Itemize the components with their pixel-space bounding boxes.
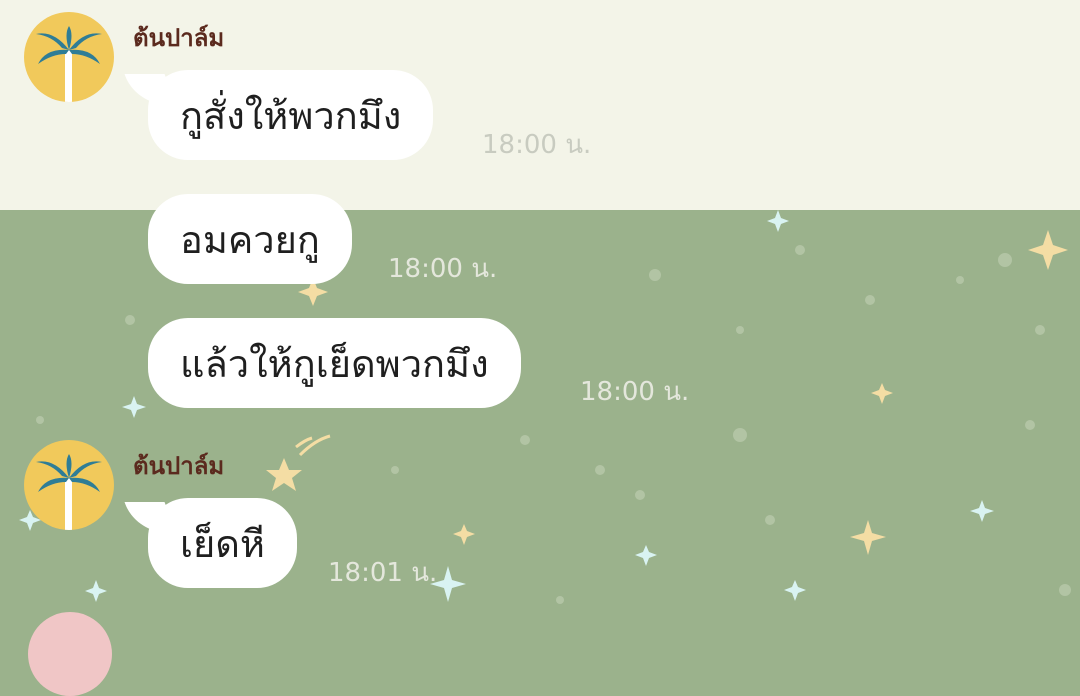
- palm-tree-icon: [36, 26, 102, 102]
- message-text: อมควยกู: [180, 217, 320, 262]
- message-bubble[interactable]: กูสั่งให้พวกมึง: [148, 70, 434, 160]
- star-icon: [767, 210, 789, 232]
- message-text: กูสั่งให้พวกมึง: [180, 93, 402, 138]
- message-time: 18:00 น.: [482, 130, 592, 160]
- message-bubble[interactable]: แล้วให้กูเย็ดพวกมึง: [148, 318, 521, 408]
- star-icon: [85, 580, 107, 602]
- star-icon: [453, 524, 475, 545]
- avatar[interactable]: [24, 12, 114, 102]
- avatar[interactable]: [24, 440, 114, 530]
- message-text: เย็ดหี: [180, 521, 265, 566]
- avatar[interactable]: [28, 612, 112, 696]
- star-icon: [122, 396, 146, 418]
- palm-tree-icon: [36, 454, 102, 530]
- sender-name: ต้นปาล์ม: [133, 24, 225, 52]
- message-time: 18:01 น.: [328, 558, 438, 588]
- message-time: 18:00 น.: [580, 377, 690, 407]
- star-icon: [871, 383, 893, 404]
- sender-name: ต้นปาล์ม: [133, 452, 225, 480]
- star-icon: [970, 500, 994, 522]
- message-text: แล้วให้กูเย็ดพวกมึง: [180, 341, 489, 386]
- message-time: 18:00 น.: [388, 254, 498, 284]
- message-bubble[interactable]: อมควยกู: [148, 194, 352, 284]
- star-icon: [850, 520, 886, 555]
- message-bubble[interactable]: เย็ดหี: [148, 498, 297, 588]
- shooting-star-icon: [266, 458, 302, 491]
- star-icon: [784, 580, 806, 601]
- star-icon: [1028, 230, 1068, 270]
- star-icon: [635, 545, 657, 566]
